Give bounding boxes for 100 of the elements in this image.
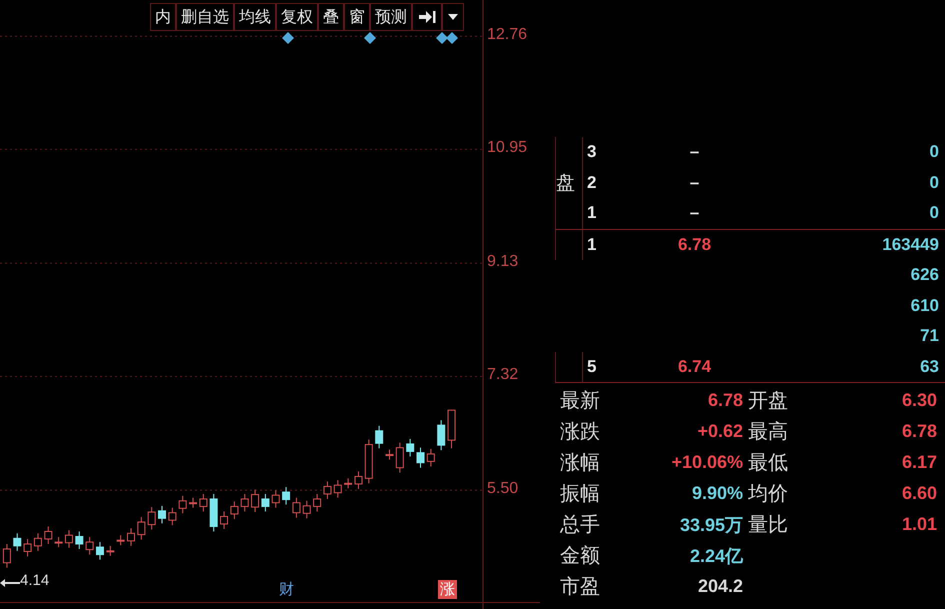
jump-to-end-icon[interactable] xyxy=(412,3,442,31)
stat-value: 33.95万 xyxy=(678,514,743,536)
side-cell: 盘 xyxy=(555,168,583,198)
diamond-icon xyxy=(364,32,376,44)
candlestick xyxy=(396,442,404,474)
candlestick xyxy=(54,536,63,548)
stat-value: 6.17 xyxy=(902,452,937,472)
stat-label: 涨跌 xyxy=(559,418,601,445)
candlestick xyxy=(106,545,114,556)
candlestick xyxy=(199,493,208,512)
candlestick xyxy=(251,489,260,513)
price-axis-label: 10.95 xyxy=(487,139,528,158)
candlestick xyxy=(13,532,22,552)
price-axis-label: 5.50 xyxy=(487,480,518,498)
volume-value: 0 xyxy=(928,141,940,164)
candlestick xyxy=(137,516,146,540)
stat-value: 204.2 xyxy=(696,576,743,597)
candlestick xyxy=(86,536,94,556)
diamond-pair-icon xyxy=(436,32,458,44)
candlestick xyxy=(230,500,238,520)
price-axis-label: 7.32 xyxy=(487,366,518,384)
stat-label: 最高 xyxy=(748,419,788,443)
volume-value: 610 xyxy=(910,294,940,317)
stat-value: 6.60 xyxy=(902,483,937,503)
candlestick xyxy=(437,420,446,451)
candlestick xyxy=(292,497,300,518)
rank-label: 3 xyxy=(586,141,598,164)
stat-label: 均价 xyxy=(748,481,788,505)
volume-value: 163449 xyxy=(881,234,940,256)
stat-value: 6.30 xyxy=(902,390,937,410)
candlestick xyxy=(116,534,125,546)
toolbar-button[interactable]: 窗 xyxy=(344,3,370,31)
toolbar-button[interactable]: 均线 xyxy=(234,3,276,31)
candlestick xyxy=(313,493,322,512)
candlestick xyxy=(364,439,373,484)
candlestick xyxy=(426,448,435,467)
event-marker: 财 xyxy=(278,580,295,599)
candlestick xyxy=(344,478,352,489)
stat-value: 1.01 xyxy=(902,514,937,534)
toolbar-button[interactable]: 预测 xyxy=(370,3,412,31)
candlestick xyxy=(406,438,414,457)
candlestick xyxy=(261,493,270,512)
toolbar-button[interactable]: 叠 xyxy=(318,3,344,31)
volume-value: 0 xyxy=(928,202,940,224)
dropdown-caret-icon[interactable] xyxy=(442,3,464,31)
stat-value: +0.62 xyxy=(696,421,743,442)
candlestick xyxy=(178,495,187,514)
candlestick xyxy=(375,425,384,449)
rank-label: 1 xyxy=(586,202,598,224)
side-cell xyxy=(555,137,583,168)
rank-label: 2 xyxy=(586,172,598,194)
price-axis-label: 12.76 xyxy=(487,26,528,44)
stat-value: 9.90% xyxy=(690,483,743,504)
candlestick xyxy=(240,493,249,512)
candlestick xyxy=(385,449,394,460)
price-value: – xyxy=(688,172,700,194)
low-price-label: 4.14 xyxy=(20,572,50,589)
candlestick xyxy=(2,543,11,568)
rank-label: 1 xyxy=(587,234,596,255)
stat-label: 涨幅 xyxy=(559,449,601,476)
stat-value: 6.78 xyxy=(902,421,937,441)
price-value: 6.78 xyxy=(678,234,712,255)
candlestick xyxy=(148,506,156,530)
candlestick xyxy=(158,505,166,524)
candlestick xyxy=(282,486,290,506)
candlestick xyxy=(96,542,104,560)
toolbar-button[interactable]: 内 xyxy=(150,3,176,31)
price-value: – xyxy=(688,202,700,224)
stat-label: 金额 xyxy=(559,542,601,569)
side-cell xyxy=(555,230,583,260)
stat-value: +10.06% xyxy=(670,452,743,473)
candlestick xyxy=(126,528,135,546)
left-arrow-icon xyxy=(0,578,20,588)
candlestick xyxy=(24,538,32,557)
stat-value: 6.78 xyxy=(706,390,743,411)
toolbar-button[interactable]: 删自选 xyxy=(176,3,234,31)
volume-value: 71 xyxy=(919,325,940,348)
candlestick xyxy=(354,470,362,490)
volume-value: 0 xyxy=(928,172,940,194)
rank-label: 5 xyxy=(587,356,596,377)
price-value: 6.74 xyxy=(678,356,712,377)
candlestick xyxy=(189,497,198,508)
stat-label: 市盈 xyxy=(559,573,601,600)
volume-value: 626 xyxy=(910,264,940,286)
candlestick xyxy=(75,530,84,550)
candlestick xyxy=(323,480,332,500)
volume-value: 63 xyxy=(919,356,940,378)
price-value: – xyxy=(688,141,700,164)
stat-label: 最低 xyxy=(748,450,788,474)
stat-value: 2.24亿 xyxy=(688,544,743,568)
toolbar-button[interactable]: 复权 xyxy=(276,3,318,31)
candlestick xyxy=(302,500,311,519)
candlestick xyxy=(334,480,342,498)
candlestick xyxy=(210,493,218,532)
stat-label: 振幅 xyxy=(559,480,601,507)
candlestick xyxy=(272,490,280,508)
price-axis-label: 9.13 xyxy=(487,253,518,272)
stat-label: 最新 xyxy=(559,387,601,414)
candlestick xyxy=(34,532,42,552)
stat-label: 量比 xyxy=(748,512,788,536)
